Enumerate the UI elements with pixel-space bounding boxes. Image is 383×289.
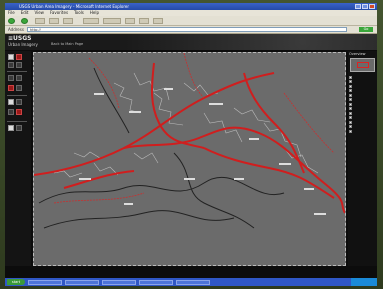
map-tools-panel <box>5 51 31 266</box>
layer-checkbox[interactable] <box>349 129 352 133</box>
download-icon[interactable] <box>16 99 22 105</box>
identify-icon[interactable] <box>8 75 14 81</box>
help-icon[interactable] <box>8 125 14 131</box>
print-map-icon[interactable] <box>8 99 14 105</box>
boundary-line <box>93 67 130 134</box>
layer-item[interactable] <box>349 129 377 134</box>
major-roads <box>34 62 345 214</box>
pan-icon[interactable] <box>8 62 14 68</box>
browser-toolbar <box>5 16 377 26</box>
minor-roads <box>53 53 335 204</box>
maximize-button[interactable] <box>362 4 368 9</box>
layer-checkbox[interactable] <box>349 111 352 115</box>
page-footer <box>5 266 377 278</box>
measure-icon[interactable] <box>16 75 22 81</box>
layer-checkbox[interactable] <box>349 80 352 84</box>
go-button[interactable]: Go <box>359 27 373 32</box>
taskbar-item[interactable] <box>176 279 210 285</box>
address-label: Address <box>8 27 24 32</box>
layer-checkbox[interactable] <box>349 120 352 124</box>
clear-icon[interactable] <box>16 85 22 91</box>
select-icon[interactable] <box>8 85 14 91</box>
overview-extent <box>357 62 369 68</box>
layer-checkbox[interactable] <box>349 89 352 93</box>
divider <box>7 121 27 122</box>
search-button[interactable] <box>83 18 99 24</box>
usgs-logo[interactable]: ≡USGS <box>8 35 31 42</box>
back-button[interactable] <box>8 18 15 24</box>
taskbar-item[interactable] <box>65 279 99 285</box>
forward-button[interactable] <box>21 18 28 24</box>
layer-list <box>349 75 377 134</box>
full-extent-icon[interactable] <box>16 62 22 68</box>
home-button[interactable] <box>63 18 73 24</box>
screen: USGS Urban Area Imagery - Microsoft Inte… <box>5 3 377 286</box>
boundary-line <box>38 176 285 204</box>
refresh-button[interactable] <box>49 18 59 24</box>
web-page: ≡USGS Urban Imagery Back to Main Page Ov… <box>5 34 377 278</box>
taskbar-item[interactable] <box>139 279 173 285</box>
print-button[interactable] <box>153 18 163 24</box>
map-canvas[interactable] <box>34 53 345 265</box>
close-button[interactable] <box>369 4 375 9</box>
history-button[interactable] <box>125 18 135 24</box>
buffer-icon[interactable] <box>16 109 22 115</box>
divider <box>7 95 27 96</box>
taskbar-item[interactable] <box>28 279 62 285</box>
layers-panel: Overview <box>348 51 377 266</box>
layer-checkbox[interactable] <box>349 107 352 111</box>
minimize-button[interactable] <box>355 4 361 9</box>
windows-taskbar: start <box>5 278 377 286</box>
monitor-bezel: USGS Urban Area Imagery - Microsoft Inte… <box>0 0 383 289</box>
map-view[interactable] <box>33 52 346 266</box>
divider <box>7 71 27 72</box>
window-title: USGS Urban Area Imagery - Microsoft Inte… <box>19 4 130 9</box>
favorites-button[interactable] <box>103 18 121 24</box>
stop-button[interactable] <box>35 18 45 24</box>
page-subtitle: Urban Imagery <box>8 42 38 47</box>
zoom-out-icon[interactable] <box>16 54 22 60</box>
overview-title: Overview <box>349 52 366 56</box>
boundary-line <box>43 210 235 229</box>
browser-titlebar: USGS Urban Area Imagery - Microsoft Inte… <box>5 3 377 10</box>
layer-checkbox[interactable] <box>349 102 352 106</box>
home-link[interactable]: Back to Main Page <box>51 42 83 46</box>
layer-checkbox[interactable] <box>349 84 352 88</box>
address-bar: Address http:// Go <box>5 26 377 34</box>
start-button[interactable]: start <box>7 279 25 285</box>
layer-checkbox[interactable] <box>349 75 352 79</box>
system-tray-clock <box>351 278 377 286</box>
address-input[interactable]: http:// <box>27 27 347 32</box>
overview-map[interactable] <box>350 58 375 72</box>
info-icon[interactable] <box>16 125 22 131</box>
mail-button[interactable] <box>139 18 149 24</box>
query-icon[interactable] <box>8 109 14 115</box>
layer-checkbox[interactable] <box>349 93 352 97</box>
page-banner: ≡USGS Urban Imagery Back to Main Page <box>5 34 377 50</box>
layer-checkbox[interactable] <box>349 98 352 102</box>
layer-checkbox[interactable] <box>349 116 352 120</box>
layer-checkbox[interactable] <box>349 125 352 129</box>
taskbar-item[interactable] <box>102 279 136 285</box>
zoom-in-icon[interactable] <box>8 54 14 60</box>
